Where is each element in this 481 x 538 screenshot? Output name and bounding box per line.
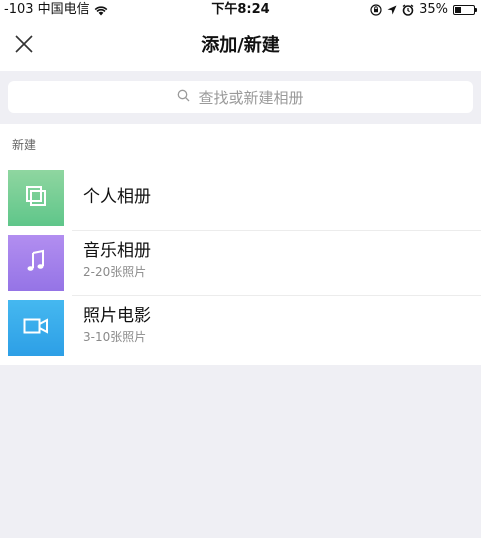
location-icon xyxy=(387,5,397,15)
nav-bar: 添加/新建 xyxy=(0,20,481,71)
status-right: 35% xyxy=(370,0,477,20)
divider xyxy=(72,230,481,231)
page: -103 中国电信 下午8:24 35% 添加/新建 查找或新建相册 新建 个人… xyxy=(0,0,481,538)
search-placeholder: 查找或新建相册 xyxy=(198,88,304,107)
orientation-lock-icon xyxy=(370,4,382,16)
section-header: 新建 xyxy=(12,138,37,152)
search-input[interactable]: 查找或新建相册 xyxy=(8,81,473,113)
music-note-icon xyxy=(25,249,47,277)
search-icon xyxy=(177,88,190,106)
album-icon xyxy=(25,185,47,211)
photo-movie-thumb xyxy=(8,300,64,356)
create-section: 新建 个人相册 音乐相册 2-20张照片 照片电影 3-10张照片 xyxy=(0,124,481,365)
music-album-thumb xyxy=(8,235,64,291)
search-area: 查找或新建相册 xyxy=(0,71,481,124)
item-title: 音乐相册 xyxy=(83,241,151,261)
battery-fill xyxy=(455,7,461,13)
divider xyxy=(72,295,481,296)
item-subtitle: 3-10张照片 xyxy=(83,330,147,344)
item-title: 个人相册 xyxy=(83,187,151,207)
page-title: 添加/新建 xyxy=(201,35,280,56)
battery-percent: 35% xyxy=(419,2,448,17)
list-item-photo-movie[interactable]: 照片电影 3-10张照片 xyxy=(0,299,481,363)
status-bar: -103 中国电信 下午8:24 35% xyxy=(0,0,481,20)
list-item-personal-album[interactable]: 个人相册 xyxy=(0,169,481,233)
alarm-icon xyxy=(402,4,414,16)
personal-album-thumb xyxy=(8,170,64,226)
battery-icon xyxy=(453,5,477,15)
item-subtitle: 2-20张照片 xyxy=(83,265,147,279)
item-title: 照片电影 xyxy=(83,306,151,326)
video-camera-icon xyxy=(23,317,49,339)
list-item-music-album[interactable]: 音乐相册 2-20张照片 xyxy=(0,234,481,298)
